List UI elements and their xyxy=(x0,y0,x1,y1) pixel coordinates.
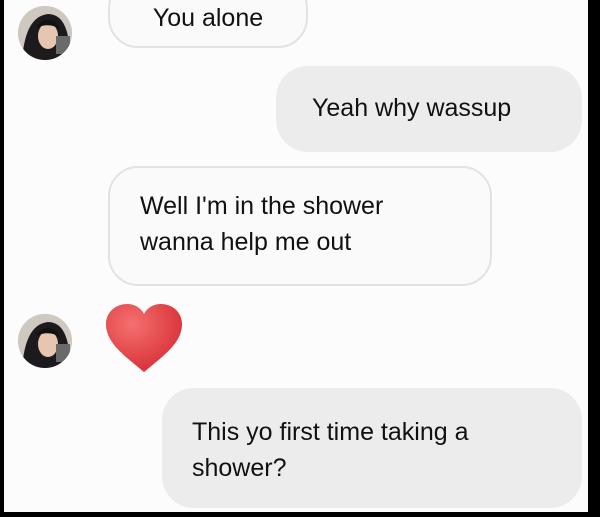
message-bubble-incoming[interactable]: You alone xyxy=(108,0,308,48)
message-text-line: shower? xyxy=(192,454,287,482)
message-bubble-outgoing[interactable]: Yeah why wassup xyxy=(276,66,582,152)
heart-emoji-icon xyxy=(106,304,182,372)
message-text: You alone xyxy=(152,4,264,32)
message-text-line: Well I'm in the shower xyxy=(140,192,384,220)
message-text: Yeah why wassup xyxy=(312,94,512,122)
message-text-line: wanna help me out xyxy=(140,228,352,256)
contact-avatar[interactable] xyxy=(18,314,72,368)
message-bubble-incoming[interactable]: Well I'm in the shower wanna help me out xyxy=(108,166,492,286)
contact-avatar[interactable] xyxy=(18,6,72,60)
chat-thread: You alone Yeah why wassup Well I'm in th… xyxy=(4,0,588,512)
message-text-line: This yo first time taking a xyxy=(192,418,469,446)
message-bubble-outgoing[interactable]: This yo first time taking a shower? xyxy=(162,388,582,508)
